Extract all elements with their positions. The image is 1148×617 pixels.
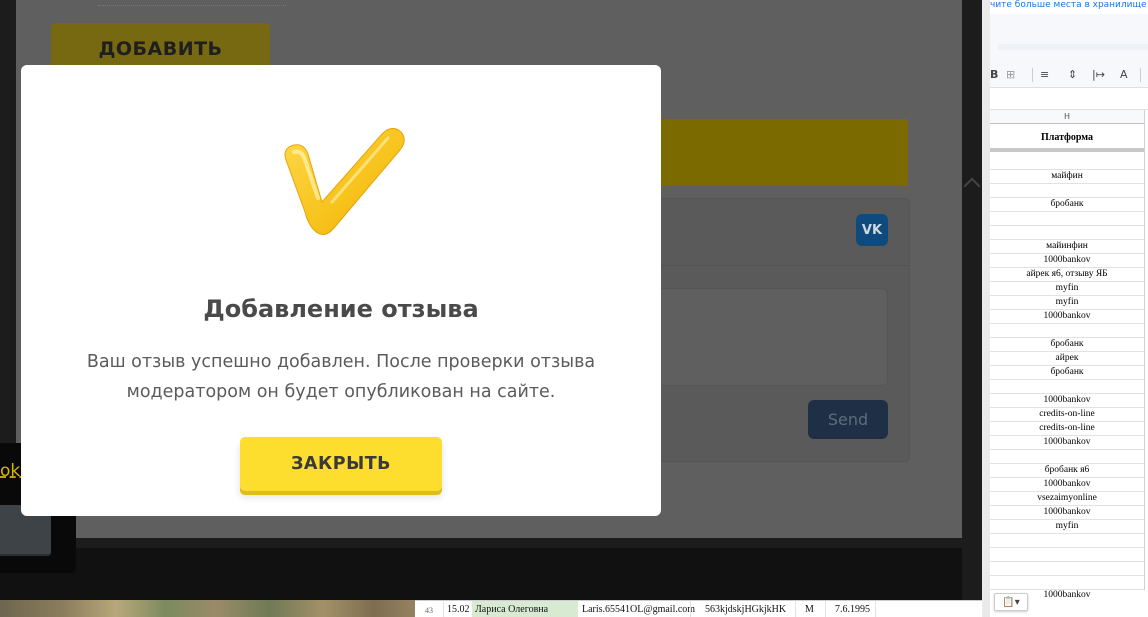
table-cell[interactable] bbox=[990, 324, 1144, 338]
table-cell[interactable]: 1000bankov bbox=[990, 394, 1144, 408]
table-cell[interactable] bbox=[990, 576, 1144, 590]
table-cell[interactable] bbox=[990, 156, 1144, 170]
table-cell[interactable]: бробанк bbox=[990, 338, 1144, 352]
clipboard-icon[interactable]: 📋▾ bbox=[994, 593, 1028, 611]
table-cell[interactable] bbox=[990, 212, 1144, 226]
text-color-icon[interactable]: A bbox=[1120, 68, 1128, 81]
modal-message: Ваш отзыв успешно добавлен. После провер… bbox=[86, 352, 596, 402]
table-cell[interactable]: credits-on-line bbox=[990, 408, 1144, 422]
bold-button[interactable]: B bbox=[990, 68, 998, 81]
cell-name[interactable]: Лариса Олеговна bbox=[472, 601, 578, 617]
table-cell[interactable] bbox=[990, 380, 1144, 394]
vertical-align-icon[interactable]: ⇕ bbox=[1068, 68, 1077, 81]
review-textarea[interactable] bbox=[641, 288, 888, 386]
table-row: 43 15.02 Лариса Олеговна Laris.65541OL@g… bbox=[415, 600, 982, 617]
column-title-cell[interactable]: Платформа bbox=[990, 124, 1144, 152]
cell-divider bbox=[875, 601, 876, 617]
cell-divider bbox=[825, 601, 826, 617]
row-number: 43 bbox=[425, 606, 433, 615]
table-cell[interactable] bbox=[990, 450, 1144, 464]
table-cell[interactable]: vsezaimyonline bbox=[990, 492, 1144, 506]
table-cell[interactable]: myfin bbox=[990, 282, 1144, 296]
close-button[interactable]: ЗАКРЫТЬ bbox=[240, 437, 442, 491]
table-cell[interactable] bbox=[990, 562, 1144, 576]
table-cell[interactable]: майфин bbox=[990, 170, 1144, 184]
dotted-input-field bbox=[98, 0, 286, 6]
site-footer bbox=[0, 548, 962, 600]
yellow-banner bbox=[626, 119, 908, 186]
column-divider bbox=[1144, 110, 1145, 590]
cell-email[interactable]: Laris.65541OL@gmail.com bbox=[582, 604, 695, 615]
table-cell[interactable]: айрек я6, отзыву ЯБ bbox=[990, 268, 1144, 282]
success-modal: Добавление отзыва Ваш отзыв успешно доба… bbox=[21, 65, 661, 516]
text-wrap-icon[interactable]: |↦ bbox=[1092, 68, 1105, 81]
table-cell[interactable]: 1000bankov bbox=[990, 254, 1144, 268]
table-cell[interactable]: myfin bbox=[990, 296, 1144, 310]
cell-gender[interactable]: М bbox=[805, 604, 814, 615]
table-cell[interactable]: credits-on-line bbox=[990, 422, 1144, 436]
formatting-toolbar: B ⊞ ≡ ⇕ |↦ A bbox=[990, 62, 1148, 88]
landscape-photo bbox=[0, 600, 415, 617]
align-icon[interactable]: ≡ bbox=[1040, 68, 1049, 81]
storage-notice[interactable]: чите больше места в хранилище — со bbox=[990, 0, 1148, 14]
spreadsheet-panel: чите больше места в хранилище — со B ⊞ ≡… bbox=[982, 0, 1148, 617]
checkmark-icon bbox=[284, 128, 405, 235]
vk-icon[interactable]: VK bbox=[856, 214, 888, 246]
toolbar-divider bbox=[1140, 68, 1141, 82]
send-button[interactable]: Send bbox=[808, 400, 888, 439]
cell-birthdate[interactable]: 7.6.1995 bbox=[835, 604, 870, 615]
modal-title: Добавление отзыва bbox=[203, 295, 479, 323]
table-cell[interactable]: myfin bbox=[990, 520, 1144, 534]
platform-column: майфин бробанк майинфин 1000bankov айрек я6,… bbox=[990, 156, 1144, 590]
table-cell[interactable]: 1000bankov bbox=[990, 436, 1144, 450]
column-header[interactable]: H bbox=[990, 110, 1144, 124]
table-cell[interactable]: 1000bankov bbox=[990, 310, 1144, 324]
formula-area bbox=[990, 88, 1148, 110]
toolbar-placeholder bbox=[998, 44, 1148, 50]
table-cell[interactable]: бробанк я6 bbox=[990, 464, 1144, 478]
table-cell[interactable] bbox=[990, 226, 1144, 240]
merge-cells-icon[interactable]: ⊞ bbox=[1006, 68, 1015, 81]
chevron-up-icon[interactable] bbox=[963, 177, 981, 195]
cell-password[interactable]: 563kjdskjHGkjkHK bbox=[705, 604, 786, 615]
table-cell[interactable] bbox=[990, 534, 1144, 548]
table-cell[interactable]: бробанк bbox=[990, 366, 1144, 380]
table-cell[interactable] bbox=[990, 548, 1144, 562]
menu-area bbox=[990, 14, 1148, 62]
cell-divider bbox=[443, 601, 444, 617]
table-cell[interactable]: 1000bankov bbox=[990, 478, 1144, 492]
cell-date[interactable]: 15.02 bbox=[447, 604, 470, 615]
table-cell[interactable]: 1000bankov bbox=[990, 506, 1144, 520]
toolbar-divider bbox=[1032, 68, 1033, 82]
table-cell[interactable]: бробанк bbox=[990, 198, 1144, 212]
table-cell[interactable] bbox=[990, 184, 1144, 198]
table-cell[interactable]: айрек bbox=[990, 352, 1144, 366]
card-divider bbox=[626, 265, 910, 266]
cell-divider bbox=[690, 601, 691, 617]
table-cell[interactable]: майинфин bbox=[990, 240, 1144, 254]
cell-divider bbox=[795, 601, 796, 617]
